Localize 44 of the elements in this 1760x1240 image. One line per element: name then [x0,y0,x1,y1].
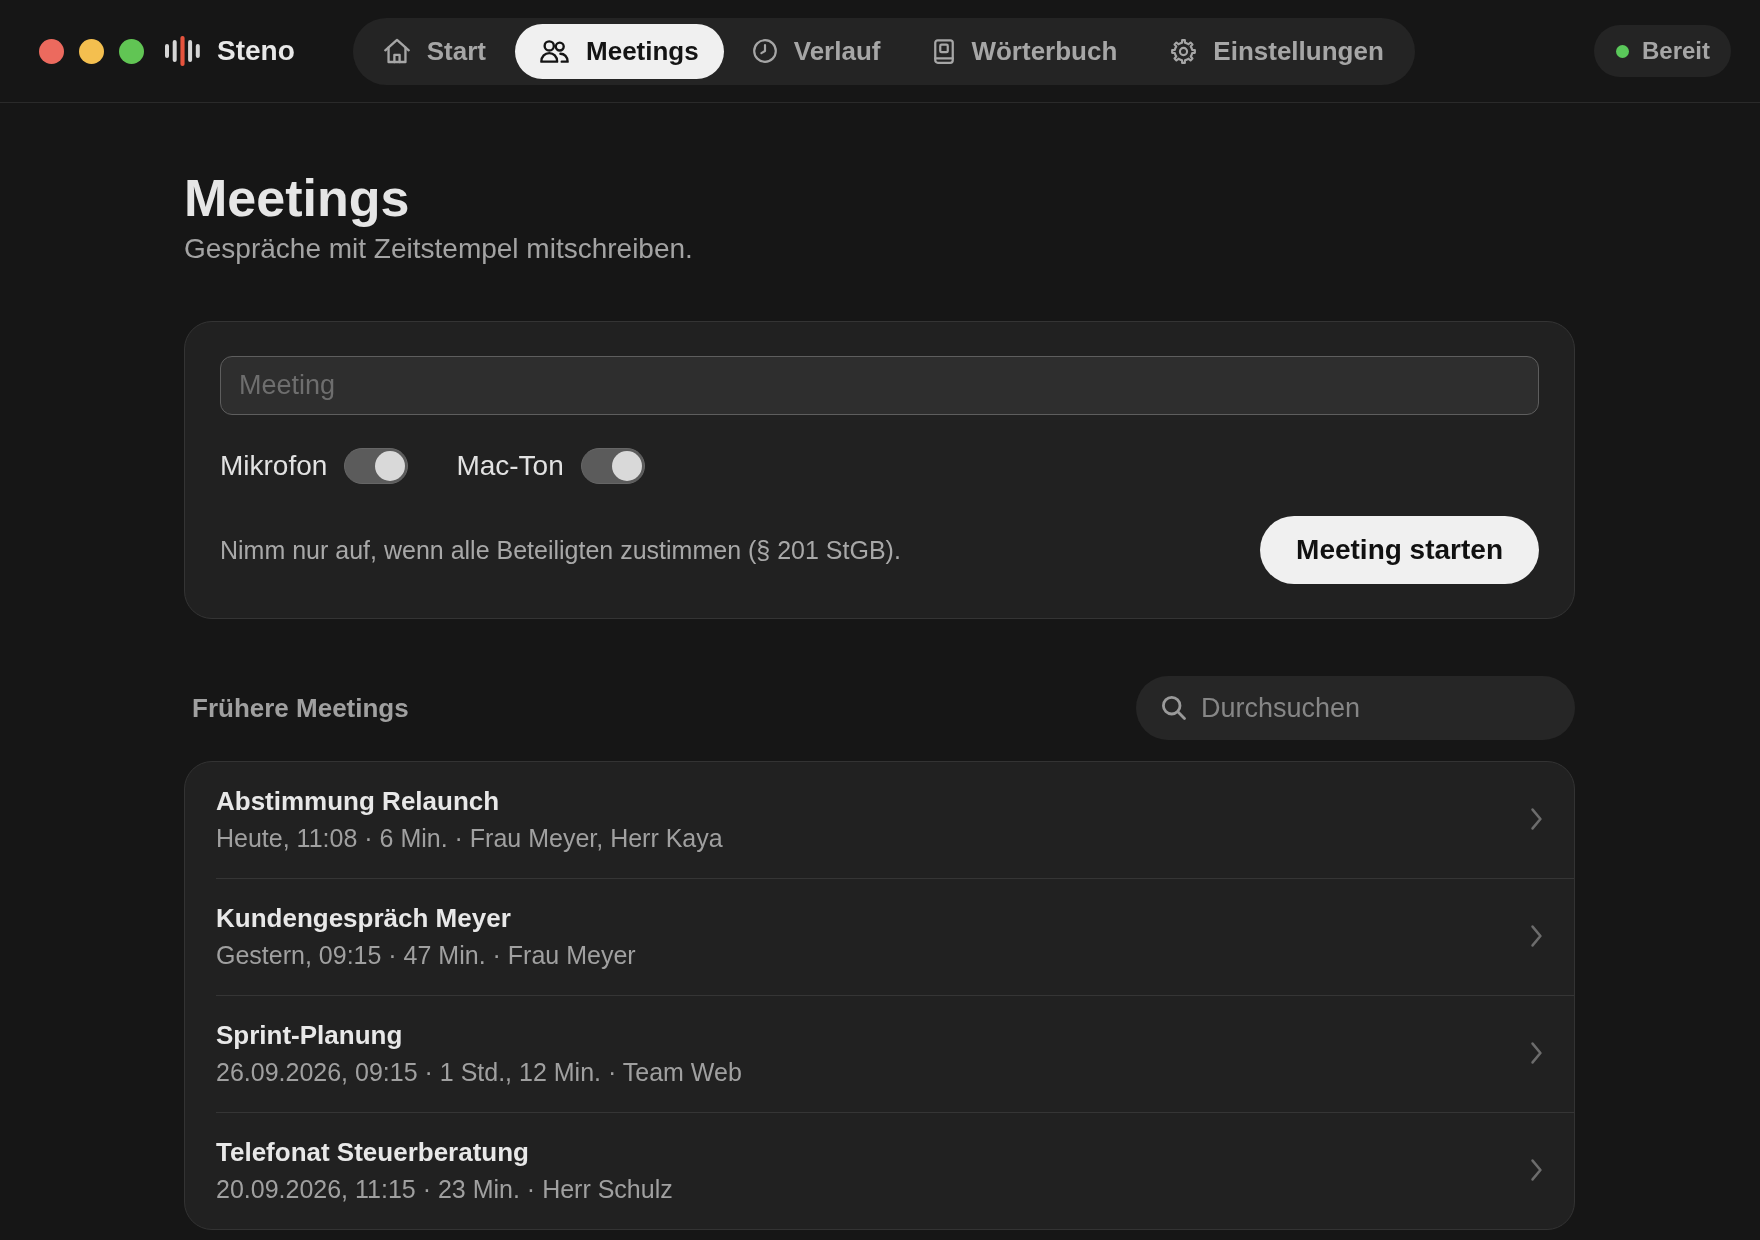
page-title: Meetings [184,168,410,229]
search-field[interactable]: Durchsuchen [1136,676,1575,740]
settings-icon [1171,38,1197,64]
window-close-icon[interactable] [39,38,64,64]
meeting-list-item[interactable]: Sprint-Planung 26.09.2026, 09:15 · 1 Std., 12 Min. · Team Web [216,996,1574,1113]
chevron-right-icon [1531,1041,1542,1064]
meeting-details: 20.09.2026, 11:15 · 23 Min. · Herr Schulz [216,1175,673,1203]
toggle-switch[interactable] [580,448,645,484]
meeting-title: Telefonat Steuerberatung [216,1136,529,1168]
chevron-right-icon [1531,807,1542,830]
toggle-label: Mikrofon [220,450,328,482]
sound-wave-icon [165,36,201,66]
meeting-name-field[interactable]: Meeting [220,356,1539,415]
nav-tab[interactable]: Einstellungen [1146,23,1409,79]
nav-tab[interactable]: Wörterbuch [909,23,1143,79]
meeting-title: Kundengespräch Meyer [216,902,511,934]
meeting-list-item[interactable]: Telefonat Steuerberatung 20.09.2026, 11:15 · 23 Min. · Herr Schulz [216,1113,1574,1229]
meeting-title: Sprint-Planung [216,1019,403,1051]
meeting-title: Abstimmung Relaunch [216,785,500,817]
meeting-list-item[interactable]: Kundengespräch Meyer Gestern, 09:15 · 47 Min. · Frau Meyer [216,879,1574,996]
meeting-details: Gestern, 09:15 · 47 Min. · Frau Meyer [216,941,636,969]
clock-icon [752,39,777,63]
section-heading: Frühere Meetings [192,692,409,724]
window-zoom-icon[interactable] [119,38,144,64]
people-icon [540,39,570,63]
nav-tab[interactable]: Start [358,23,512,79]
home-icon [383,38,410,64]
toggle-switch[interactable] [344,448,409,484]
chevron-right-icon [1531,924,1542,947]
meeting-details: Heute, 11:08 · 6 Min. · Frau Meyer, Herr Kaya [216,824,723,852]
chevron-right-icon [1531,1158,1542,1181]
status-label: Bereit [1641,37,1710,65]
book-icon [934,38,955,64]
nav-tab[interactable]: Verlauf [727,23,906,79]
window-minimize-icon[interactable] [79,38,104,64]
app-name: Steno [217,35,295,67]
consent-notice: Nimm nur auf, wenn alle Beteiligten zustimmen (§ 201 StGB). [220,535,901,565]
nav-tab[interactable]: Meetings [515,23,724,79]
search-icon [1162,696,1186,720]
meeting-list-item[interactable]: Abstimmung Relaunch Heute, 11:08 · 6 Min. · Frau Meyer, Herr Kaya [216,762,1574,879]
toggle-label: Mac-Ton [456,450,564,482]
meeting-details: 26.09.2026, 09:15 · 1 Std., 12 Min. · Team Web [216,1058,742,1086]
page-subtitle: Gespräche mit Zeitstempel mitschreiben. [184,232,693,266]
start-meeting-button[interactable]: Meeting starten [1260,516,1539,584]
